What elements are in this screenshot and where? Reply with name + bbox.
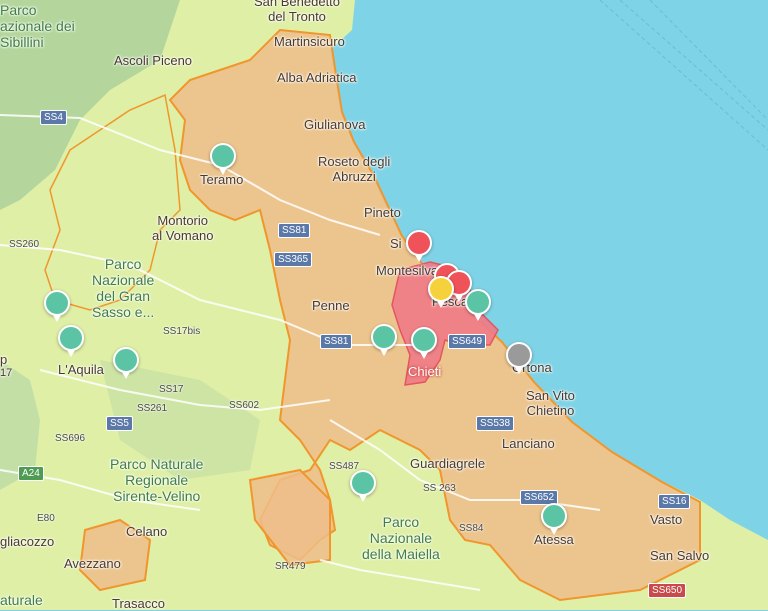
road-ss602: SS602 (229, 400, 260, 411)
road-ss538: SS538 (476, 416, 515, 431)
road-ss365: SS365 (274, 252, 313, 267)
label-left-edge: p (0, 352, 8, 367)
map-marker-aquila-1[interactable] (58, 325, 84, 357)
label-vasto: Vasto (650, 512, 683, 527)
map-marker-pescara-east[interactable] (465, 289, 491, 321)
road-ss16: SS16 (658, 494, 691, 509)
label-montorio: Montorio al Vomano (152, 213, 214, 243)
label-silvi: Si (390, 236, 402, 251)
label-aquila: L'Aquila (58, 362, 104, 377)
label-celano: Celano (126, 524, 168, 539)
label-trasacco: Trasacco (112, 596, 165, 611)
map-marker-teramo[interactable] (210, 143, 236, 175)
road-ss84: SS84 (459, 523, 484, 534)
map-marker-gran-sasso-1[interactable] (44, 290, 70, 322)
label-alba-adriatica: Alba Adriatica (277, 70, 357, 85)
road-ss696: SS696 (55, 433, 86, 444)
road-ss17bis: SS17bis (163, 326, 201, 337)
road-ss261: SS261 (137, 403, 168, 414)
road-e80: E80 (37, 513, 55, 524)
label-parco-sibillini: Parco azionale dei Sibillini (0, 2, 75, 50)
road-ss263: SS 263 (423, 483, 456, 494)
map-marker-maiella[interactable] (350, 470, 376, 502)
label-guardiagrele: Guardiagrele (410, 456, 486, 471)
map-marker-ortona[interactable] (506, 342, 532, 374)
road-ss81-north: SS81 (278, 223, 311, 238)
label-martinsicuro: Martinsicuro (274, 34, 345, 49)
road-ss81-south: SS81 (320, 334, 353, 349)
road-ss5: SS5 (106, 416, 133, 431)
road-ss17: SS17 (159, 384, 184, 395)
map-marker-silvi[interactable] (406, 230, 432, 262)
label-roseto: Roseto degli Abruzzi (318, 154, 391, 184)
map-marker-penne-east[interactable] (371, 324, 397, 356)
label-san-benedetto: San Benedetto del Tronto (254, 0, 341, 24)
label-lanciano: Lanciano (502, 436, 555, 451)
label-parco-maiella: Parco Nazionale della Maiella (362, 514, 440, 562)
label-san-vito: San Vito Chietino (526, 388, 575, 418)
label-left-17: 17 (0, 367, 13, 379)
label-parco-gran-sasso: Parco Nazionale del Gran Sasso e... (92, 256, 155, 320)
road-ss649: SS649 (448, 334, 487, 349)
road-ss260: SS260 (9, 239, 40, 250)
label-tagliacozzo: gliacozzo (0, 534, 55, 549)
map-marker-atessa[interactable] (541, 503, 567, 535)
road-sr479: SR479 (275, 561, 306, 572)
label-parco-sirente: Parco Naturale Regionale Sirente-Velino (110, 456, 204, 504)
label-ascoli-piceno: Ascoli Piceno (114, 53, 193, 68)
label-pineto: Pineto (364, 205, 401, 220)
label-giulianova: Giulianova (304, 117, 366, 132)
label-san-salvo: San Salvo (650, 548, 710, 563)
label-avezzano: Avezzano (64, 556, 121, 571)
label-penne: Penne (312, 298, 350, 313)
map-marker-aquila-2[interactable] (113, 347, 139, 379)
label-naturale: aturale (0, 592, 43, 608)
label-chieti: Chieti (408, 364, 442, 379)
road-ss4: SS4 (40, 110, 67, 125)
road-ss650: SS650 (648, 583, 687, 598)
road-a24: A24 (18, 466, 44, 481)
map-marker-pescara-yellow[interactable] (428, 276, 454, 308)
map-marker-chieti[interactable] (411, 327, 437, 359)
